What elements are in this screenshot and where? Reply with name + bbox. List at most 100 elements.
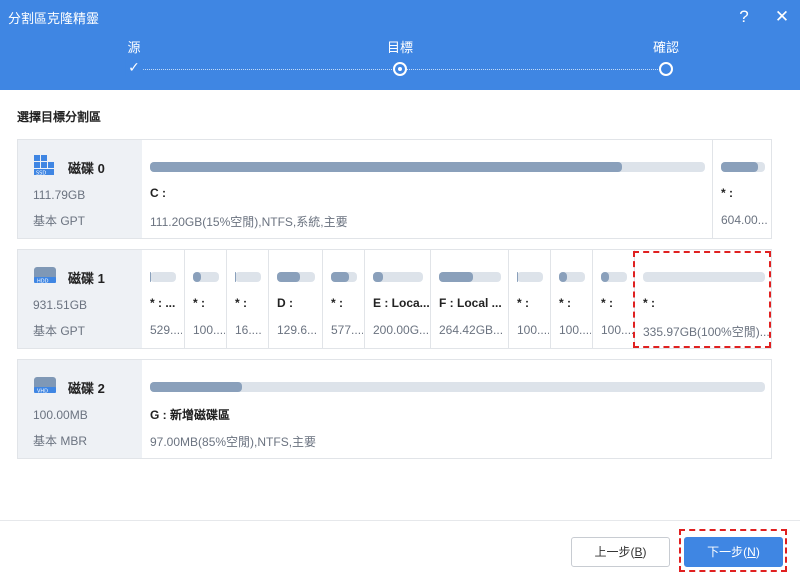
- disk-info: HDD 磁碟 1 931.51GB 基本 GPT: [18, 250, 142, 348]
- partition-label: F : Local ...: [439, 296, 502, 310]
- future-step-icon: [659, 62, 673, 76]
- help-button[interactable]: ?: [732, 6, 756, 28]
- partition-info: 200.00G...: [373, 323, 429, 337]
- partition-label: E : Loca...: [373, 296, 429, 310]
- disk-type: 基本 GPT: [33, 214, 86, 228]
- partition-info: 100....: [559, 323, 591, 337]
- selected-partition-highlight: [633, 251, 771, 348]
- disk-name: 磁碟 0: [68, 161, 105, 176]
- partition-5[interactable]: * : 577....: [322, 250, 364, 348]
- disk-type: 基本 GPT: [33, 324, 86, 338]
- partition-10[interactable]: * : 100....: [592, 250, 634, 348]
- partition-info: 111.20GB(15%空閒),NTFS,系統,主要: [150, 215, 348, 229]
- svg-text:VHD: VHD: [37, 389, 48, 395]
- partition-info: 604.00...: [721, 213, 768, 227]
- usage-bar: [277, 272, 315, 282]
- step-target-label: 目標: [386, 40, 414, 55]
- partition-label: D :: [277, 296, 293, 310]
- partition-info: 100....: [601, 323, 633, 337]
- partition-info: 577....: [331, 323, 363, 337]
- partition-g[interactable]: G : 新增磁碟區 97.00MB(85%空閒),NTFS,主要: [142, 360, 772, 458]
- partition-info: 100....: [517, 323, 549, 337]
- usage-bar: [517, 272, 543, 282]
- partition-d[interactable]: D : 129.6...: [268, 250, 322, 348]
- usage-fill: [277, 272, 300, 282]
- usage-fill: [150, 162, 622, 172]
- back-button[interactable]: 上一步(B): [571, 537, 670, 567]
- partition-info: 264.42GB...: [439, 323, 504, 337]
- partition-label: * :: [235, 296, 247, 310]
- disk-name: 磁碟 2: [68, 381, 105, 396]
- usage-bar: [559, 272, 585, 282]
- usage-bar: [150, 272, 176, 282]
- check-icon: ✓: [125, 58, 143, 76]
- back-button-label: 上一步(: [594, 545, 635, 559]
- partition-f[interactable]: F : Local ... 264.42GB...: [430, 250, 508, 348]
- ssd-disk-icon: SSD: [34, 155, 54, 177]
- disk-info: VHD 磁碟 2 100.00MB 基本 MBR: [18, 360, 142, 458]
- partition-info: 529....: [150, 323, 182, 337]
- partition-label: * :: [517, 296, 529, 310]
- disk-row-2: VHD 磁碟 2 100.00MB 基本 MBR G : 新增磁碟區 97.00…: [17, 359, 772, 459]
- partition-label: * :: [193, 296, 205, 310]
- partition-label: G : 新增磁碟區: [150, 408, 230, 422]
- usage-fill: [559, 272, 567, 282]
- usage-bar: [601, 272, 627, 282]
- back-button-hotkey: B: [634, 545, 643, 559]
- partition-8[interactable]: * : 100....: [508, 250, 550, 348]
- disk-row-0: SSD 磁碟 0 111.79GB 基本 GPT C : 111.20GB(15…: [17, 139, 772, 239]
- usage-fill: [150, 272, 152, 282]
- usage-fill: [235, 272, 237, 282]
- usage-fill: [150, 382, 243, 392]
- back-button-paren: ): [642, 545, 647, 559]
- partition-c[interactable]: C : 111.20GB(15%空閒),NTFS,系統,主要: [142, 140, 712, 238]
- disk-name: 磁碟 1: [68, 271, 105, 286]
- usage-fill: [331, 272, 350, 282]
- usage-fill: [721, 162, 759, 172]
- partition-label: * :: [331, 296, 343, 310]
- hdd-disk-icon: HDD: [34, 267, 56, 285]
- usage-bar: [331, 272, 357, 282]
- partition-info: 97.00MB(85%空閒),NTFS,主要: [150, 435, 317, 449]
- partition-3[interactable]: * : 16....: [226, 250, 268, 348]
- svg-text:SSD: SSD: [36, 171, 46, 177]
- partition-info: 129.6...: [277, 323, 318, 337]
- disk-size: 100.00MB: [33, 408, 88, 422]
- partition-label: * :: [721, 186, 733, 200]
- partition-label: C :: [150, 186, 166, 200]
- usage-fill: [193, 272, 201, 282]
- svg-text:HDD: HDD: [37, 279, 49, 285]
- partition-1[interactable]: * : ... 529....: [142, 250, 184, 348]
- partition-2[interactable]: * : 100....: [184, 250, 226, 348]
- partition-info: 100....: [193, 323, 225, 337]
- partition-label: * :: [601, 296, 613, 310]
- window-title: 分割區克隆精靈: [8, 11, 100, 26]
- disk-size: 931.51GB: [33, 298, 88, 312]
- partition-label: * :: [559, 296, 571, 310]
- usage-fill: [373, 272, 383, 282]
- disk-info: SSD 磁碟 0 111.79GB 基本 GPT: [18, 140, 142, 238]
- wizard-header: 分割區克隆精靈 ? ✕ 源 ✓ 目標 確認: [0, 0, 800, 90]
- section-title: 選擇目標分割區: [17, 110, 102, 124]
- step-confirm-label: 確認: [652, 40, 680, 55]
- step-source-label: 源: [127, 40, 141, 55]
- partition-e[interactable]: E : Loca... 200.00G...: [364, 250, 430, 348]
- usage-bar: [150, 162, 705, 172]
- usage-bar: [150, 382, 765, 392]
- usage-fill: [439, 272, 474, 282]
- usage-bar: [721, 162, 765, 172]
- usage-bar: [193, 272, 219, 282]
- usage-bar: [439, 272, 501, 282]
- current-step-icon: [393, 62, 407, 76]
- usage-bar: [373, 272, 423, 282]
- disk-size: 111.79GB: [33, 188, 86, 202]
- close-button[interactable]: ✕: [770, 6, 794, 28]
- usage-fill: [517, 272, 519, 282]
- partition-label: * : ...: [150, 296, 176, 310]
- vhd-disk-icon: VHD: [34, 377, 56, 395]
- partition-unnamed[interactable]: * : 604.00...: [712, 140, 772, 238]
- usage-bar: [235, 272, 261, 282]
- disk-type: 基本 MBR: [33, 434, 88, 448]
- partition-info: 16....: [235, 323, 262, 337]
- partition-9[interactable]: * : 100....: [550, 250, 592, 348]
